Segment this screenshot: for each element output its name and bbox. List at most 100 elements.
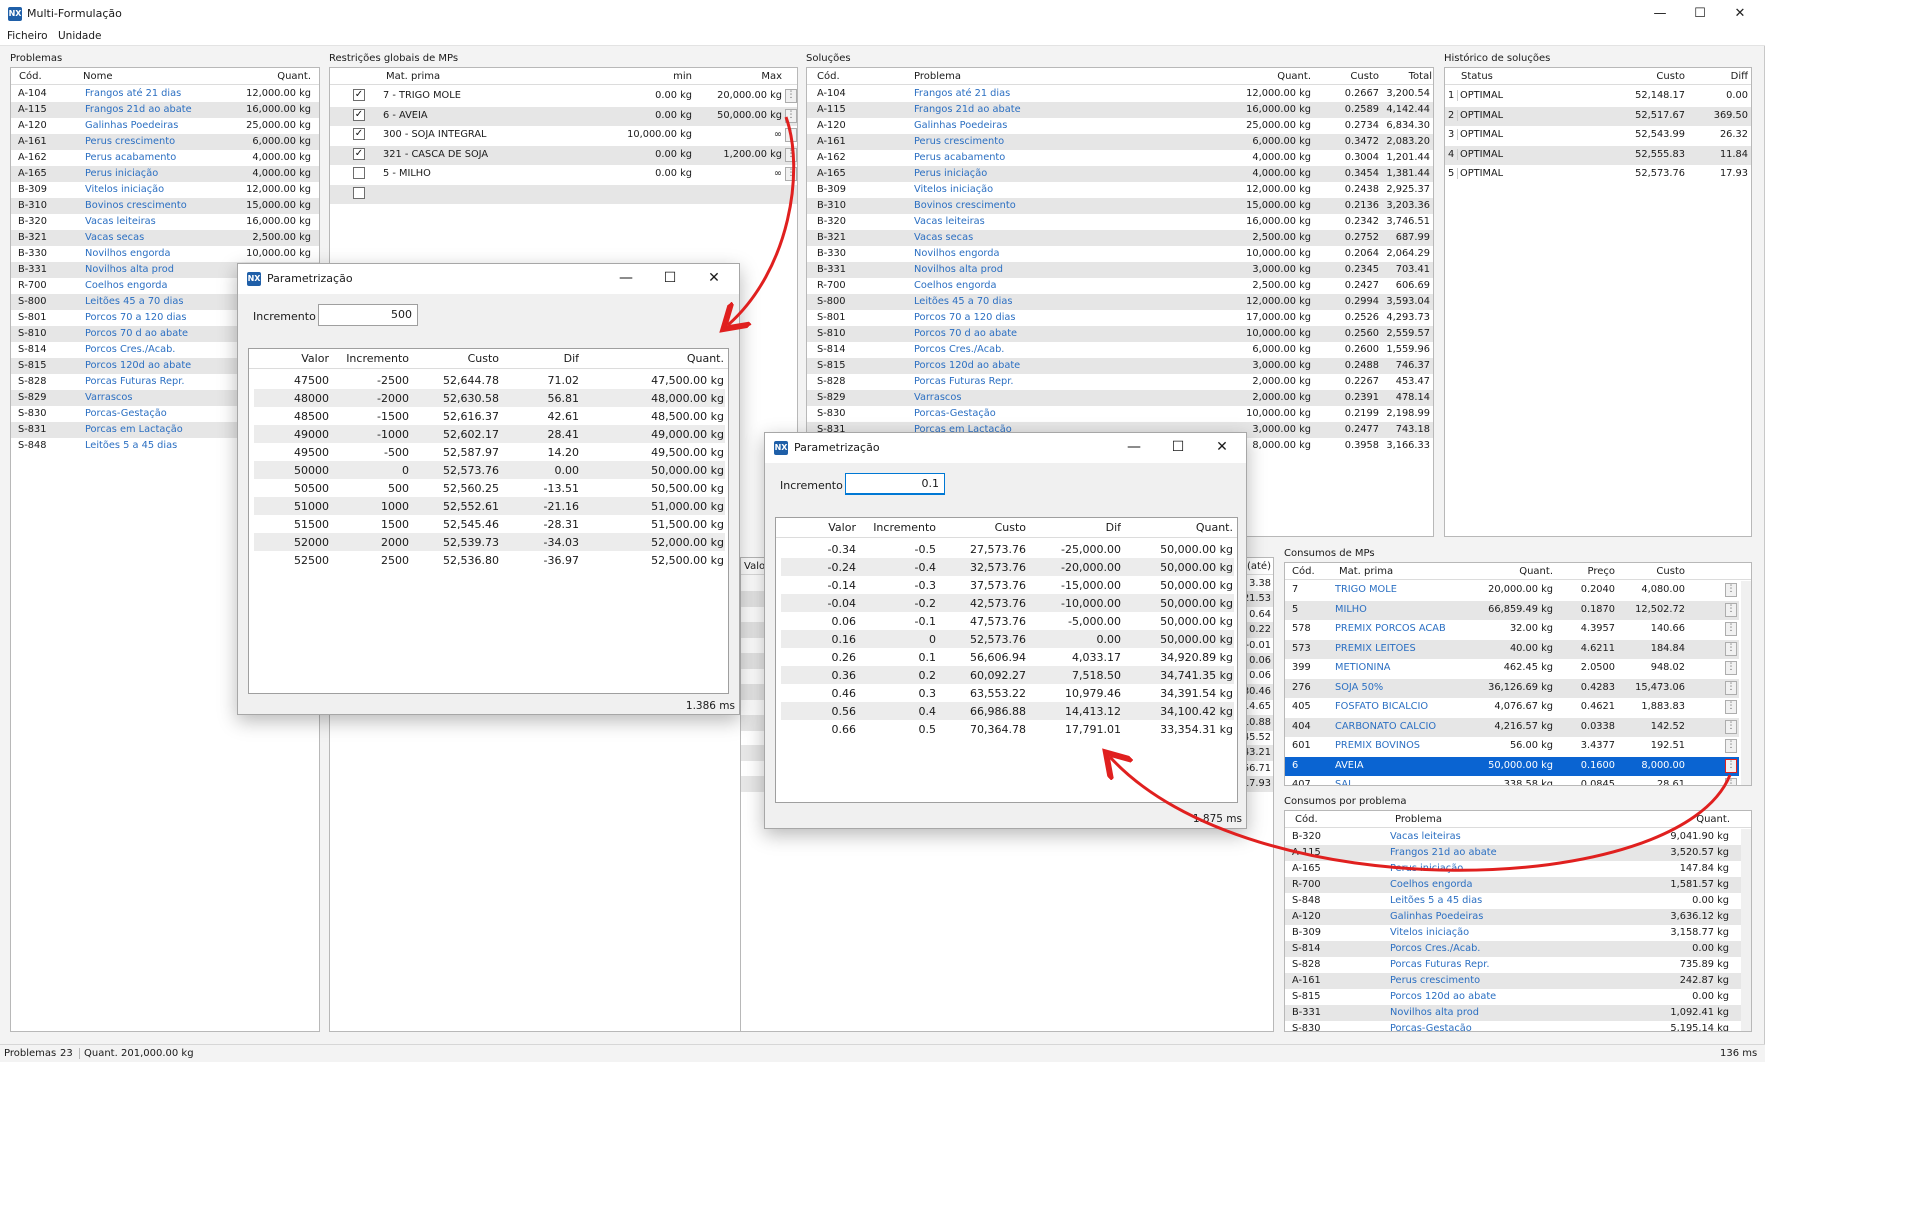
problem-name-link[interactable]: Perus crescimento: [1390, 975, 1630, 986]
row-checkbox[interactable]: ✓: [353, 89, 365, 101]
problem-name-link[interactable]: Porcos 120d ao abate: [914, 360, 1134, 371]
problem-name-link[interactable]: Porcos 120d ao abate: [1390, 991, 1630, 1002]
table-row[interactable]: 3 OPTIMAL 52,543.99 26.32: [1445, 126, 1751, 145]
row-options-icon[interactable]: ⋮: [785, 167, 797, 181]
grid-row[interactable]: 52500 2500 52,536.80 -36.97 52,500.00 kg: [254, 551, 725, 569]
table-row[interactable]: 407 SAL 338.58 kg 0.0845 28.61 ⋮: [1285, 776, 1739, 785]
problem-name-link[interactable]: Porcos 70 a 120 dias: [914, 312, 1134, 323]
table-row[interactable]: S-848 Leitões 5 a 45 dias 0.00 kg: [1285, 893, 1743, 909]
problem-name-link[interactable]: Leitões 45 a 70 dias: [914, 296, 1134, 307]
table-row[interactable]: B-321 Vacas secas 2,500.00 kg 0.2752 687.99: [807, 230, 1433, 246]
row-options-icon[interactable]: ⋮: [785, 89, 797, 103]
material-name-link[interactable]: FOSFATO BICALCIO: [1335, 701, 1465, 712]
problem-name-link[interactable]: Porcas Futuras Repr.: [1390, 959, 1630, 970]
grid-row[interactable]: 48500 -1500 52,616.37 42.61 48,500.00 kg: [254, 407, 725, 425]
problem-name-link[interactable]: Coelhos engorda: [1390, 879, 1630, 890]
column-header[interactable]: Total: [1379, 71, 1432, 82]
table-row[interactable]: B-310 Bovinos crescimento 15,000.00 kg: [11, 198, 319, 214]
problem-name-link[interactable]: Perus iniciação: [85, 168, 215, 179]
column-header[interactable]: Incremento: [329, 352, 409, 365]
problem-name-link[interactable]: Perus crescimento: [85, 136, 215, 147]
table-row[interactable]: [330, 184, 797, 204]
row-checkbox[interactable]: ✓: [353, 108, 365, 121]
grid-row[interactable]: 48000 -2000 52,630.58 56.81 48,000.00 kg: [254, 389, 725, 407]
material-name-link[interactable]: CARBONATO CALCIO: [1335, 721, 1465, 732]
table-row[interactable]: B-320 Vacas leiteiras 9,041.90 kg: [1285, 829, 1743, 845]
table-row[interactable]: S-828 Porcas Futuras Repr. 735.89 kg: [1285, 957, 1743, 973]
dialog-1-grid[interactable]: Valor Incremento Custo Dif Quant. 47500 -2500 5…: [248, 348, 729, 694]
table-row[interactable]: B-320 Vacas leiteiras 16,000.00 kg 0.2342 3,…: [807, 214, 1433, 230]
problem-name-link[interactable]: Leitões 5 a 45 dias: [85, 440, 215, 451]
dialog-1-maximize-button[interactable]: ☐: [648, 264, 692, 294]
table-row[interactable]: S-828 Porcas Futuras Repr. 2,000.00 kg 0.22…: [807, 374, 1433, 390]
maximize-button[interactable]: ☐: [1680, 0, 1720, 28]
row-options-icon[interactable]: ⋮: [1725, 700, 1737, 714]
grid-row[interactable]: 0.06 -0.1 47,573.76 -5,000.00 50,000.00 kg: [781, 612, 1234, 630]
max-value[interactable]: ∞: [692, 168, 782, 179]
dialog-2-grid[interactable]: Valor Incremento Custo Dif Quant. -0.34 -0.5 27…: [775, 517, 1238, 803]
dialog-2-close-button[interactable]: ✕: [1200, 433, 1244, 463]
row-checkbox[interactable]: [353, 186, 365, 199]
table-row[interactable]: 5 - MILHO 0.00 kg ∞ ⋮: [330, 165, 797, 184]
table-row[interactable]: 573 PREMIX LEITÕES 40.00 kg 4.6211 184.84 ⋮: [1285, 639, 1739, 659]
table-row[interactable]: R-700 Coelhos engorda 1,581.57 kg: [1285, 877, 1743, 893]
table-row[interactable]: A-120 Galinhas Poedeiras 25,000.00 kg 0.273…: [807, 118, 1433, 134]
table-row[interactable]: 404 CARBONATO CALCIO 4,216.57 kg 0.0338 142.…: [1285, 717, 1739, 737]
material-name-link[interactable]: PREMIX LEITÕES: [1335, 643, 1465, 654]
max-value[interactable]: 20,000.00 kg: [692, 90, 782, 101]
table-row[interactable]: 578 PREMIX PORCOS ACAB 32.00 kg 4.3957 140.6…: [1285, 620, 1739, 639]
column-header[interactable]: Quant.: [211, 71, 311, 82]
table-row[interactable]: A-115 Frangos 21d ao abate 16,000.00 kg 0.2…: [807, 102, 1433, 118]
column-header[interactable]: Nome: [83, 71, 203, 82]
min-value[interactable]: 0.00 kg: [580, 149, 692, 160]
dialog-2-maximize-button[interactable]: ☐: [1156, 433, 1200, 463]
row-options-icon[interactable]: ⋮: [1725, 661, 1737, 675]
historico-table[interactable]: Status Custo Diff 1 OPTIMAL 52,148.17 0.00 2 OPT…: [1444, 67, 1752, 537]
table-row[interactable]: S-801 Porcos 70 a 120 dias 17,000.00 kg 0.2…: [807, 310, 1433, 326]
grid-row[interactable]: 0.16 0 52,573.76 0.00 50,000.00 kg: [781, 630, 1234, 648]
problem-name-link[interactable]: Novilhos alta prod: [85, 264, 215, 275]
problem-name-link[interactable]: Porcos 70 a 120 dias: [85, 312, 215, 323]
material-name-link[interactable]: PREMIX PORCOS ACAB: [1335, 623, 1465, 634]
problem-name-link[interactable]: Varrascos: [914, 392, 1134, 403]
dialog-2-incremento-input[interactable]: 0.1: [845, 473, 945, 495]
dialog-1-incremento-input[interactable]: 500: [318, 304, 418, 326]
table-row[interactable]: A-120 Galinhas Poedeiras 25,000.00 kg: [11, 118, 319, 134]
row-options-icon[interactable]: ⋮: [785, 128, 797, 142]
consumos-problema-table[interactable]: Cód. Problema Quant. B-320 Vacas leiteiras 9,…: [1284, 810, 1752, 1032]
min-value[interactable]: 10,000.00 kg: [580, 129, 692, 140]
grid-row[interactable]: 47500 -2500 52,644.78 71.02 47,500.00 kg: [254, 371, 725, 389]
table-row[interactable]: 2 OPTIMAL 52,517.67 369.50: [1445, 106, 1751, 126]
vertical-scrollbar[interactable]: [1741, 829, 1751, 1031]
problem-name-link[interactable]: Varrascos: [85, 392, 215, 403]
problem-name-link[interactable]: Vacas secas: [914, 232, 1134, 243]
table-row[interactable]: S-830 Porcas-Gestação 5,195.14 kg: [1285, 1021, 1743, 1031]
material-name-link[interactable]: AVEIA: [1335, 760, 1465, 771]
problem-name-link[interactable]: Vacas leiteiras: [85, 216, 215, 227]
table-row[interactable]: B-331 Novilhos alta prod 3,000.00 kg 0.2345…: [807, 262, 1433, 278]
column-header[interactable]: Incremento: [856, 521, 936, 534]
problem-name-link[interactable]: Vitelos iniciação: [85, 184, 215, 195]
column-header[interactable]: Dif: [499, 352, 579, 365]
grid-row[interactable]: -0.34 -0.5 27,573.76 -25,000.00 50,000.00 kg: [781, 540, 1234, 558]
material-name-link[interactable]: MILHO: [1335, 604, 1465, 615]
problem-name-link[interactable]: Frangos até 21 dias: [914, 88, 1134, 99]
column-header[interactable]: Cód.: [1292, 566, 1322, 577]
problem-name-link[interactable]: Bovinos crescimento: [85, 200, 215, 211]
problem-name-link[interactable]: Galinhas Poedeiras: [85, 120, 215, 131]
problem-name-link[interactable]: Porcos Cres./Acab.: [85, 344, 215, 355]
row-options-icon[interactable]: ⋮: [1725, 680, 1737, 695]
column-header[interactable]: Diff: [1685, 71, 1748, 82]
material-name-link[interactable]: SAL: [1335, 779, 1465, 785]
row-options-icon[interactable]: ⋮: [1725, 719, 1737, 734]
problem-name-link[interactable]: Porcas-Gestação: [914, 408, 1134, 419]
table-row[interactable]: B-309 Vitelos iniciação 3,158.77 kg: [1285, 925, 1743, 941]
problem-name-link[interactable]: Porcos 120d ao abate: [85, 360, 215, 371]
problem-name-link[interactable]: Porcos Cres./Acab.: [914, 344, 1134, 355]
menu-ficheiro[interactable]: Ficheiro: [7, 30, 48, 42]
column-header[interactable]: Custo: [1319, 71, 1379, 82]
table-row[interactable]: A-104 Frangos até 21 dias 12,000.00 kg: [11, 86, 319, 102]
grid-row[interactable]: -0.14 -0.3 37,573.76 -15,000.00 50,000.00 kg: [781, 576, 1234, 594]
column-header[interactable]: Quant.: [1121, 521, 1233, 534]
table-row[interactable]: B-309 Vitelos iniciação 12,000.00 kg 0.2438…: [807, 182, 1433, 198]
